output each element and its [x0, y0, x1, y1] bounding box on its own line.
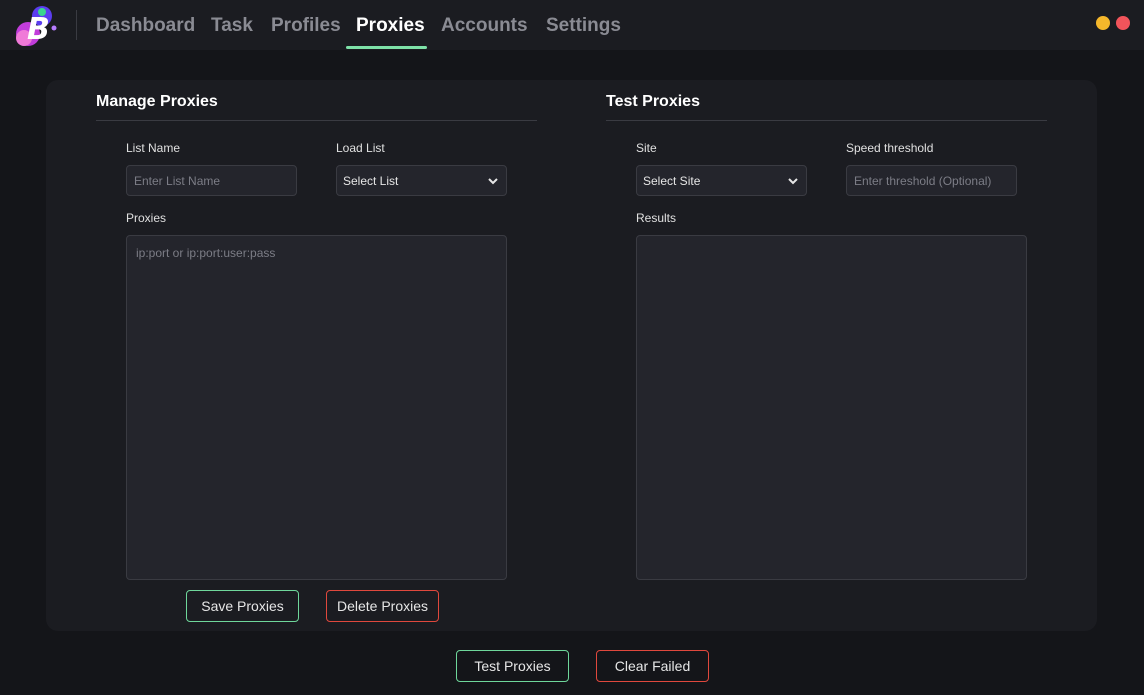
site-select[interactable]: Select Site	[636, 165, 807, 196]
chevron-down-icon	[488, 177, 498, 184]
tab-dashboard[interactable]: Dashboard	[96, 15, 195, 37]
test-proxies-button[interactable]: Test Proxies	[456, 650, 569, 682]
close-dot-icon[interactable]	[1116, 16, 1130, 30]
tab-profiles[interactable]: Profiles	[271, 15, 341, 37]
load-list-value: Select List	[343, 173, 399, 188]
tab-proxies[interactable]: Proxies	[356, 15, 425, 37]
nav-divider	[76, 10, 77, 40]
load-list-select[interactable]: Select List	[336, 165, 507, 196]
save-proxies-button[interactable]: Save Proxies	[186, 590, 299, 622]
manage-proxies-title: Manage Proxies	[96, 93, 218, 110]
manage-title-divider	[96, 120, 537, 121]
results-textarea[interactable]	[636, 235, 1027, 580]
tab-task[interactable]: Task	[211, 15, 253, 37]
proxies-label: Proxies	[126, 211, 167, 225]
top-nav-bar: B Dashboard Task Profiles Proxies Accoun…	[0, 0, 1144, 50]
tab-accounts[interactable]: Accounts	[441, 15, 528, 37]
list-name-input[interactable]	[126, 165, 297, 196]
speed-threshold-input[interactable]	[846, 165, 1017, 196]
results-label: Results	[636, 211, 677, 225]
clear-failed-button[interactable]: Clear Failed	[596, 650, 709, 682]
site-value: Select Site	[643, 173, 701, 188]
test-title-divider	[606, 120, 1047, 121]
load-list-label: Load List	[336, 141, 385, 155]
delete-proxies-button[interactable]: Delete Proxies	[326, 590, 439, 622]
brand-logo-icon[interactable]: B	[14, 4, 60, 48]
tab-settings[interactable]: Settings	[546, 15, 621, 37]
proxies-panel: Manage Proxies List Name Load List Selec…	[46, 80, 1097, 631]
svg-text:B: B	[27, 12, 50, 47]
minimize-dot-icon[interactable]	[1096, 16, 1110, 30]
speed-threshold-label: Speed threshold	[846, 141, 934, 155]
test-proxies-title: Test Proxies	[606, 93, 700, 110]
list-name-label: List Name	[126, 141, 181, 155]
active-tab-indicator	[346, 46, 427, 49]
proxies-textarea[interactable]	[126, 235, 507, 580]
site-label: Site	[636, 141, 657, 155]
chevron-down-icon	[788, 177, 798, 184]
